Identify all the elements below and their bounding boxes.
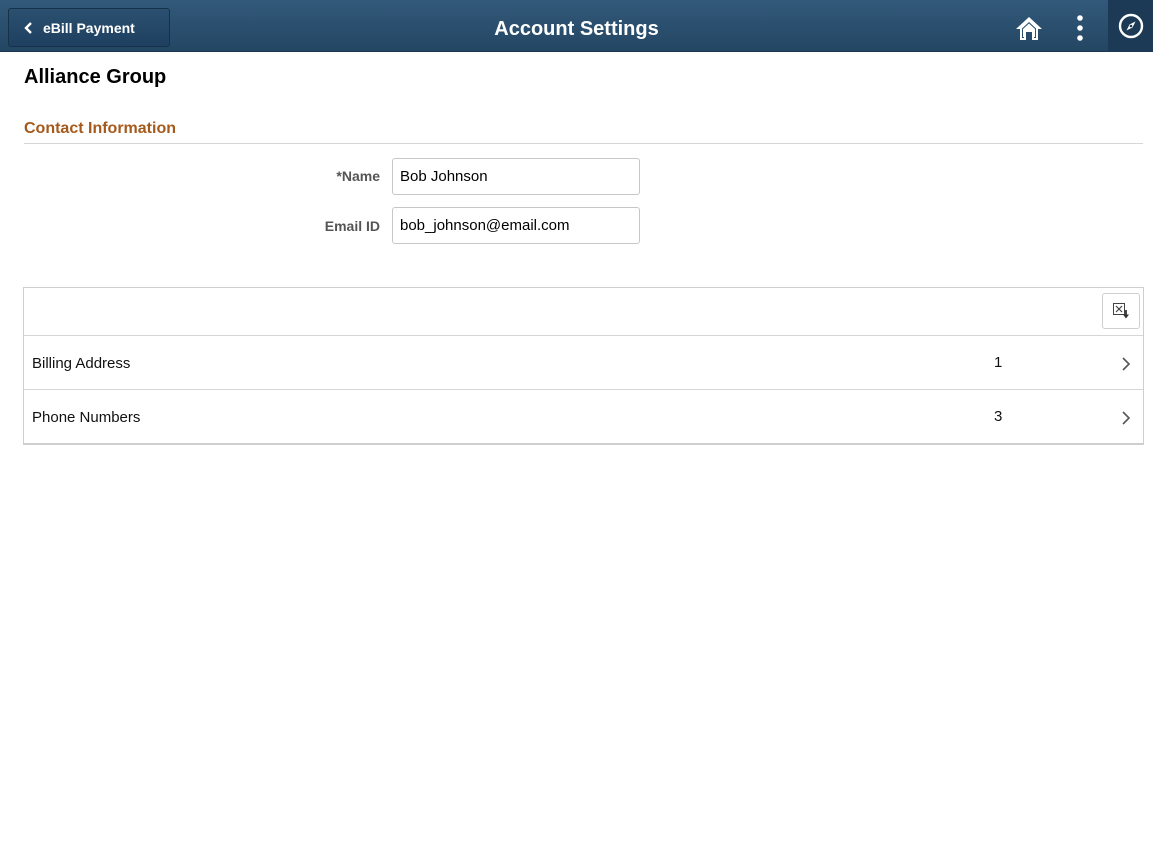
row-label: Phone Numbers <box>32 409 141 426</box>
export-excel-icon <box>1113 303 1129 319</box>
more-vertical-icon[interactable] <box>1063 11 1097 45</box>
row-label: Billing Address <box>32 355 131 372</box>
back-button[interactable]: eBill Payment <box>8 8 170 47</box>
section-divider <box>24 143 1143 144</box>
export-excel-button[interactable] <box>1102 293 1140 329</box>
email-label: Email ID <box>324 218 380 234</box>
page-title: Account Settings <box>494 18 659 40</box>
email-field[interactable] <box>392 207 640 244</box>
row-count: 3 <box>994 408 1003 425</box>
chevron-left-icon <box>24 21 32 34</box>
grid-row-billing-address[interactable]: Billing Address 1 <box>24 336 1143 390</box>
back-button-label: eBill Payment <box>43 19 135 36</box>
row-count: 1 <box>994 354 1003 371</box>
chevron-right-icon <box>1122 411 1131 425</box>
home-icon[interactable] <box>1012 11 1046 45</box>
name-label: *Name <box>336 168 380 184</box>
grid-toolbar <box>24 288 1143 336</box>
organization-name: Alliance Group <box>24 66 167 88</box>
navigator-compass-icon[interactable] <box>1108 0 1153 52</box>
contact-details-grid: Billing Address 1 Phone Numbers 3 <box>23 287 1144 445</box>
grid-row-phone-numbers[interactable]: Phone Numbers 3 <box>24 390 1143 444</box>
chevron-right-icon <box>1122 357 1131 371</box>
top-banner: eBill Payment Account Settings <box>0 0 1153 52</box>
section-title-contact: Contact Information <box>24 120 176 137</box>
name-field[interactable] <box>392 158 640 195</box>
